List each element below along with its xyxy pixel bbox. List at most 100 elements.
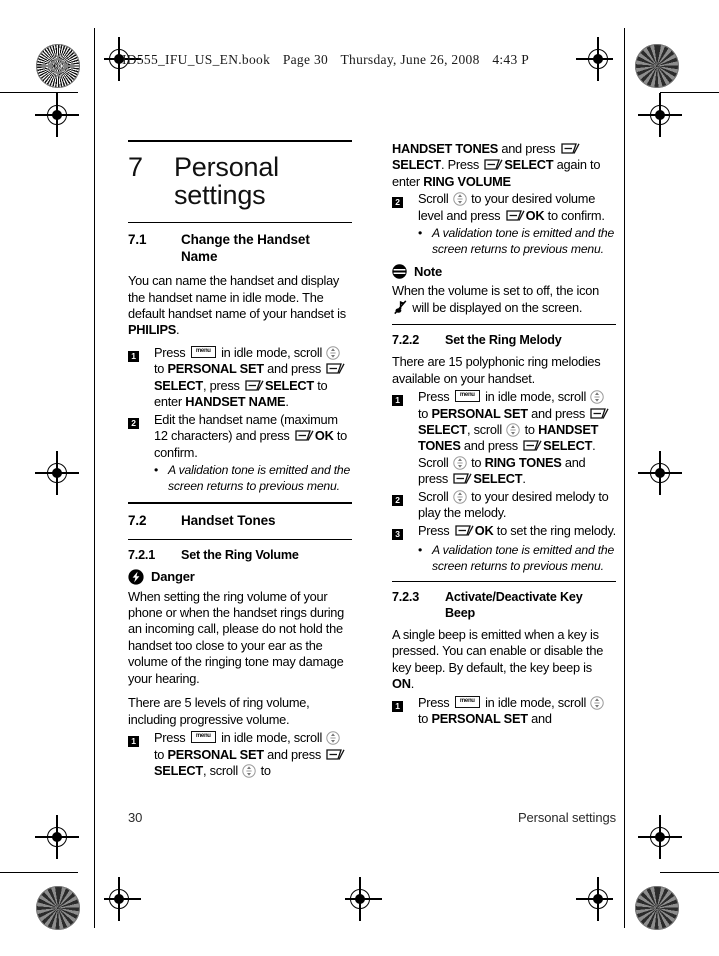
t: and [527,711,552,727]
section-heading-7-2-2: 7.2.2 Set the Ring Melody [392,333,616,349]
section-721-rule [128,538,352,540]
section-722-intro: There are 15 polyphonic ring melodies av… [392,354,601,386]
step-721-2: 2 Scroll to your desired volume level an… [392,191,616,224]
registration-mark-mid-left [35,93,79,137]
left-column: 7 Personal settings 7.1 Change the Hands… [128,140,352,780]
section-721-title: Set the Ring Volume [181,547,299,562]
section-71-title-line2: Name [181,249,218,265]
t: to [418,711,432,727]
step-number: 3 [392,523,418,541]
section-722-rule [392,324,616,326]
step-number: 2 [392,191,418,224]
softkey-icon [523,440,542,452]
bullet-dot: • [418,226,423,241]
registration-mark-bottom-left [104,877,141,921]
step-text: Edit the handset name (maximum 12 charac… [154,412,352,461]
printer-color-star-top-right [635,44,679,88]
softkey-label-select: SELECT [154,762,203,778]
note-label: Note [414,264,443,280]
step-number: 2 [128,412,154,461]
softkey-icon [453,473,472,485]
section-723-title-line2: Beep [445,606,475,621]
t: . [410,676,415,692]
step-number: 1 [392,695,418,728]
t: to [154,746,168,762]
step-number: 1 [128,730,154,779]
print-slug-header: ID555_IFU_US_EN.book Page 30 Thursday, J… [122,52,602,76]
t: . Press [440,157,483,173]
section-723-title-line1: Activate/Deactivate Key [445,590,583,605]
slug-date: Thursday, June 26, 2008 [340,52,480,67]
note-notice-header: Note [392,264,616,279]
t: in idle mode, scroll [217,730,326,746]
step-723-1: 1 Press menu in idle mode, scroll to PER… [392,695,616,728]
step-text: HANDSET TONES and press SELECT. Press SE… [392,141,616,190]
trim-line-left-vertical [94,28,96,928]
menu-item-personal-set: PERSONAL SET [167,361,264,377]
softkey-label-ok: OK [314,428,334,444]
section-heading-7-2: 7.2 Handset Tones [128,513,352,530]
step-number: 1 [392,389,418,488]
section-723-intro: A single beep is emitted when a key is p… [392,627,616,693]
softkey-icon [590,407,609,420]
t: Press [154,730,189,746]
t: to set the ring melody. [493,522,616,538]
bullet-wrap: • A validation tone is emitted and the s… [418,225,616,257]
scroll-icon [506,423,520,437]
registration-mark-low-right [638,815,682,859]
softkey-label-ok: OK [525,207,545,223]
softkey-label-select: SELECT [543,438,593,454]
t: Press [154,344,189,360]
registration-mark-center-left [35,451,79,495]
section-72-title: Handset Tones [181,512,276,528]
step-721-1: 1 Press menu in idle mode, scroll to PER… [128,730,352,779]
softkey-icon [455,524,474,537]
bullet-wrap: • A validation tone is emitted and the s… [418,542,616,574]
printer-color-star-bottom-left [36,886,80,930]
trim-line-top-horizontal [0,92,78,94]
registration-mark-bottom-right [576,877,613,921]
step-text: Press OK to set the ring melody. [418,523,616,541]
scroll-icon [326,731,341,745]
registration-mark-mid-right [638,93,682,137]
step-722-1: 1 Press menu in idle mode, scroll to PER… [392,389,616,488]
section-71-rule [128,221,352,224]
scroll-icon [453,490,467,504]
bullet-text: A validation tone is emitted and the scr… [168,462,351,493]
softkey-icon [295,430,314,442]
note-bullet: • A validation tone is emitted and the s… [418,226,616,257]
section-72-rule [128,502,352,504]
step-text: Press menu in idle mode, scroll to PERSO… [154,345,352,411]
step-71-2: 2 Edit the handset name (maximum 12 char… [128,412,352,461]
footer-page-number: 30 [128,810,143,825]
step-721-1-continued: HANDSET TONES and press SELECT. Press SE… [392,141,616,190]
t: to [154,361,168,377]
section-71-intro: You can name the handset and display the… [128,273,352,339]
note-bullet: • A validation tone is emitted and the s… [154,463,352,494]
section-71-intro-a: You can name the handset and display the… [128,273,346,322]
footer-running-title: Personal settings [517,810,616,825]
scroll-icon [453,456,467,470]
t: and press [460,438,522,454]
note-icon [392,264,407,280]
softkey-label-select: SELECT [154,377,203,393]
t: to confirm. [544,207,605,223]
ring-volume-levels-text: There are 5 levels of ring volume, inclu… [128,695,310,727]
bullet-row-721: • A validation tone is emitted and the s… [392,225,616,257]
menu-key-icon: menu [454,695,480,708]
section-72-number: 7.2 [128,512,147,528]
step-text: Press menu in idle mode, scroll to PERSO… [418,695,616,728]
t: and press [527,405,589,421]
step-722-3: 3 Press OK to set the ring melody. [392,523,616,541]
t: will be displayed on the screen. [409,299,583,315]
t: Press [418,694,453,710]
t: to [418,405,432,421]
danger-notice-header: Danger [128,568,352,585]
chapter-top-rule [128,140,352,142]
t: in idle mode, scroll [481,694,590,710]
step-number: 2 [392,489,418,522]
note-bullet: • A validation tone is emitted and the s… [418,543,616,574]
section-71-intro-c: . [176,322,180,338]
